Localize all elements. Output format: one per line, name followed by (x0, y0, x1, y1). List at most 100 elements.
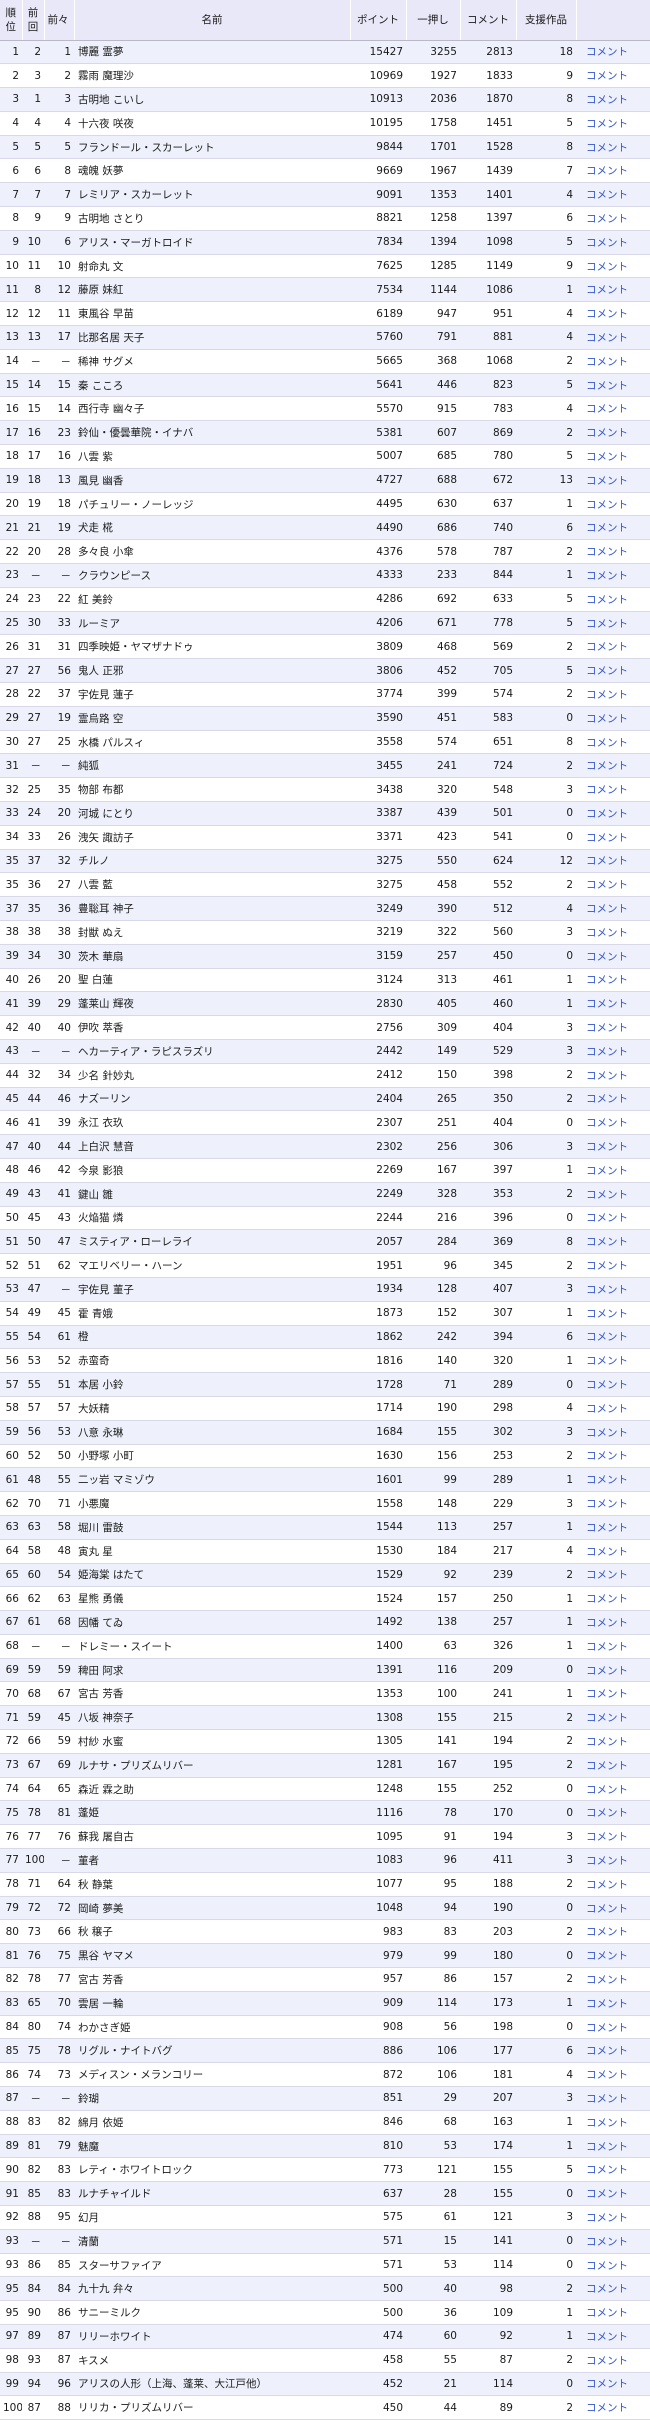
comment-link[interactable]: コメント (586, 1665, 628, 1677)
comment-link[interactable]: コメント (586, 1903, 628, 1915)
comment-link[interactable]: コメント (586, 1593, 628, 1605)
comment-link[interactable]: コメント (586, 2117, 628, 2129)
comment-link[interactable]: コメント (586, 427, 628, 439)
comment-link[interactable]: コメント (586, 475, 628, 487)
comment-link[interactable]: コメント (586, 1331, 628, 1343)
comment-link[interactable]: コメント (586, 380, 628, 392)
comment-link[interactable]: コメント (586, 1688, 628, 1700)
comment-link[interactable]: コメント (586, 308, 628, 320)
comment-link[interactable]: コメント (586, 832, 628, 844)
comment-link[interactable]: コメント (586, 713, 628, 725)
comment-link[interactable]: コメント (586, 1998, 628, 2010)
comment-link[interactable]: コメント (586, 1950, 628, 1962)
comment-link[interactable]: コメント (586, 1926, 628, 1938)
comment-link[interactable]: コメント (586, 546, 628, 558)
comment-link[interactable]: コメント (586, 356, 628, 368)
comment-link[interactable]: コメント (586, 2378, 628, 2390)
comment-link[interactable]: コメント (586, 808, 628, 820)
comment-link[interactable]: コメント (586, 118, 628, 130)
comment-link[interactable]: コメント (586, 2164, 628, 2176)
comment-link[interactable]: コメント (586, 1141, 628, 1153)
comment-link[interactable]: コメント (586, 855, 628, 867)
comment-link[interactable]: コメント (586, 784, 628, 796)
comment-link[interactable]: コメント (586, 1784, 628, 1796)
comment-link[interactable]: コメント (586, 2402, 628, 2414)
comment-link[interactable]: コメント (586, 1807, 628, 1819)
comment-link[interactable]: コメント (586, 974, 628, 986)
comment-link[interactable]: コメント (586, 2141, 628, 2153)
comment-link[interactable]: コメント (586, 1355, 628, 1367)
comment-link[interactable]: コメント (586, 165, 628, 177)
comment-link[interactable]: コメント (586, 618, 628, 630)
comment-link[interactable]: コメント (586, 1617, 628, 1629)
comment-link[interactable]: コメント (586, 665, 628, 677)
comment-link[interactable]: コメント (586, 1760, 628, 1772)
comment-link[interactable]: コメント (586, 261, 628, 273)
comment-link[interactable]: コメント (586, 2093, 628, 2105)
comment-link[interactable]: コメント (586, 46, 628, 58)
comment-link[interactable]: コメント (586, 1260, 628, 1272)
comment-link[interactable]: コメント (586, 1403, 628, 1415)
comment-link[interactable]: コメント (586, 403, 628, 415)
comment-link[interactable]: コメント (586, 2188, 628, 2200)
comment-link[interactable]: コメント (586, 284, 628, 296)
comment-link[interactable]: コメント (586, 1736, 628, 1748)
comment-link[interactable]: コメント (586, 2331, 628, 2343)
comment-link[interactable]: コメント (586, 1641, 628, 1653)
comment-link[interactable]: コメント (586, 70, 628, 82)
comment-link[interactable]: コメント (586, 1546, 628, 1558)
comment-link[interactable]: コメント (586, 1236, 628, 1248)
comment-link[interactable]: コメント (586, 689, 628, 701)
comment-link[interactable]: コメント (586, 1474, 628, 1486)
comment-link[interactable]: コメント (586, 1308, 628, 1320)
comment-link[interactable]: コメント (586, 2022, 628, 2034)
comment-link[interactable]: コメント (586, 570, 628, 582)
comment-link[interactable]: コメント (586, 1427, 628, 1439)
comment-link[interactable]: コメント (586, 594, 628, 606)
comment-link[interactable]: コメント (586, 213, 628, 225)
comment-link[interactable]: コメント (586, 1450, 628, 1462)
comment-link[interactable]: コメント (586, 760, 628, 772)
comment-link[interactable]: コメント (586, 94, 628, 106)
comment-link[interactable]: コメント (586, 927, 628, 939)
comment-link[interactable]: コメント (586, 1855, 628, 1867)
comment-link[interactable]: コメント (586, 903, 628, 915)
comment-link[interactable]: コメント (586, 1046, 628, 1058)
comment-link[interactable]: コメント (586, 1165, 628, 1177)
comment-link[interactable]: コメント (586, 1379, 628, 1391)
comment-link[interactable]: コメント (586, 2307, 628, 2319)
comment-link[interactable]: コメント (586, 2236, 628, 2248)
comment-link[interactable]: コメント (586, 998, 628, 1010)
comment-link[interactable]: コメント (586, 2069, 628, 2081)
comment-link[interactable]: コメント (586, 1117, 628, 1129)
comment-link[interactable]: コメント (586, 1284, 628, 1296)
comment-link[interactable]: コメント (586, 2355, 628, 2367)
comment-link[interactable]: コメント (586, 951, 628, 963)
comment-link[interactable]: コメント (586, 332, 628, 344)
comment-link[interactable]: コメント (586, 2212, 628, 2224)
comment-link[interactable]: コメント (586, 879, 628, 891)
comment-link[interactable]: コメント (586, 237, 628, 249)
comment-link[interactable]: コメント (586, 142, 628, 154)
comment-link[interactable]: コメント (586, 451, 628, 463)
comment-link[interactable]: コメント (586, 1212, 628, 1224)
comment-link[interactable]: コメント (586, 1974, 628, 1986)
comment-link[interactable]: コメント (586, 737, 628, 749)
comment-link[interactable]: コメント (586, 1831, 628, 1843)
comment-link[interactable]: コメント (586, 1498, 628, 1510)
comment-link[interactable]: コメント (586, 1522, 628, 1534)
comment-link[interactable]: コメント (586, 1712, 628, 1724)
comment-link[interactable]: コメント (586, 641, 628, 653)
comment-link[interactable]: コメント (586, 1189, 628, 1201)
comment-link[interactable]: コメント (586, 1070, 628, 1082)
comment-link[interactable]: コメント (586, 1569, 628, 1581)
comment-link[interactable]: コメント (586, 1022, 628, 1034)
comment-link[interactable]: コメント (586, 1879, 628, 1891)
comment-link[interactable]: コメント (586, 2283, 628, 2295)
comment-link[interactable]: コメント (586, 2045, 628, 2057)
comment-link[interactable]: コメント (586, 499, 628, 511)
comment-link[interactable]: コメント (586, 2260, 628, 2272)
comment-link[interactable]: コメント (586, 189, 628, 201)
comment-link[interactable]: コメント (586, 522, 628, 534)
comment-link[interactable]: コメント (586, 1093, 628, 1105)
